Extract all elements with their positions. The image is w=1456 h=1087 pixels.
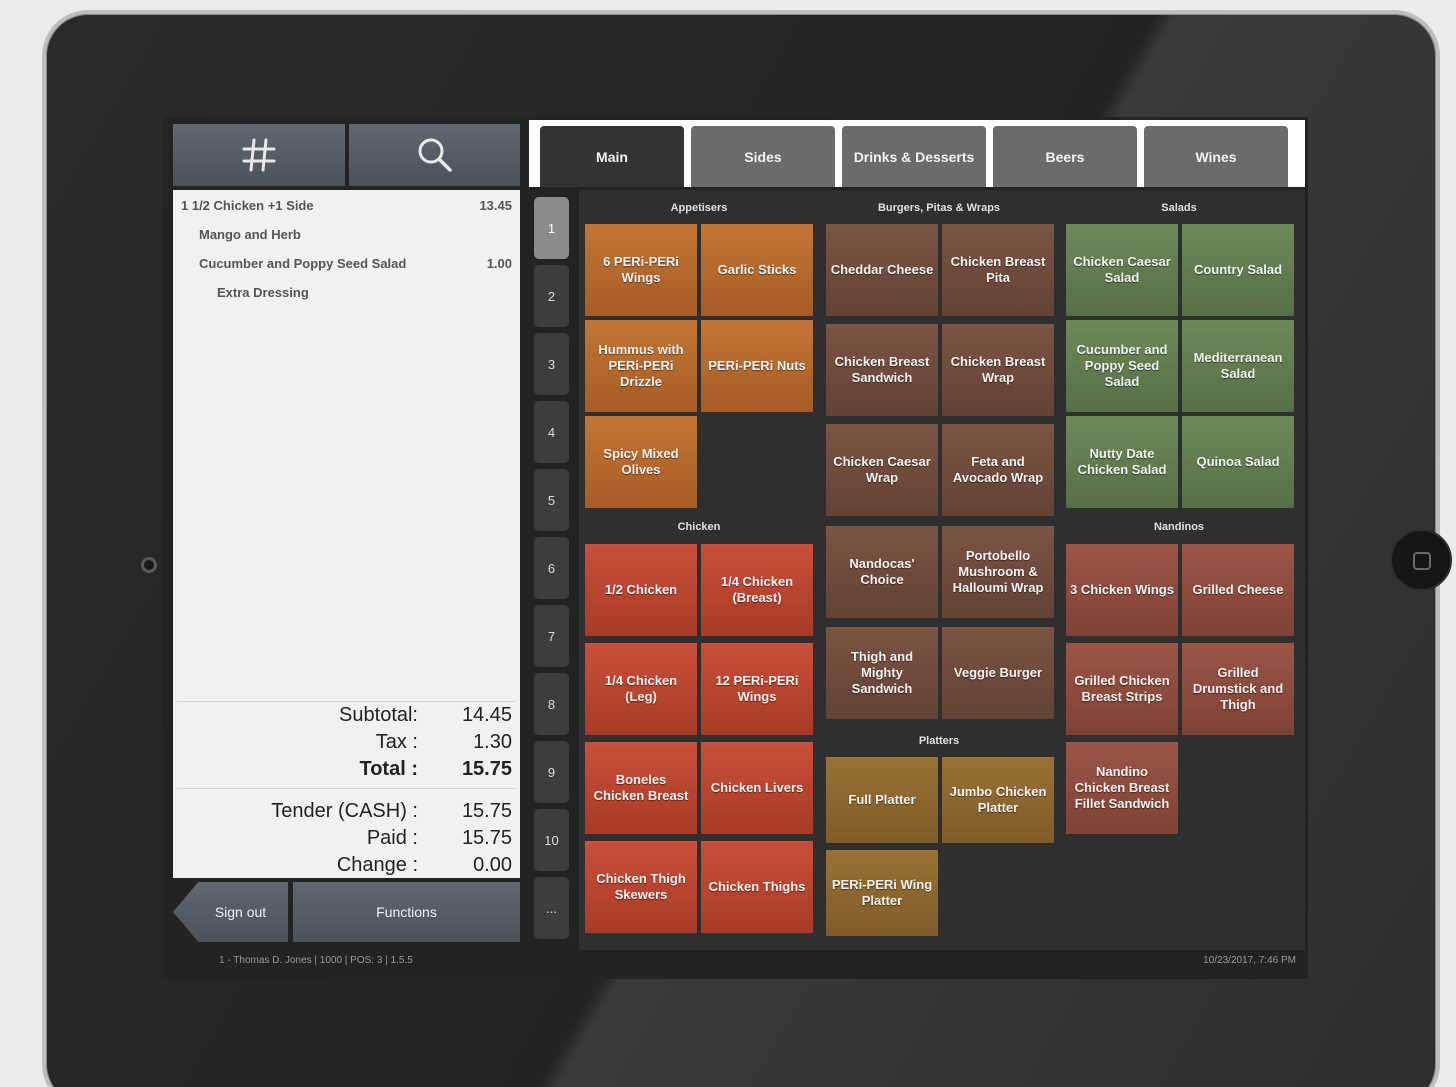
menu-item[interactable]: Full Platter [826, 757, 938, 843]
order-receipt: 1 1/2 Chicken +1 Side 13.45 Mango and He… [173, 190, 520, 878]
menu-item[interactable]: Hummus with PERi-PERi Drizzle [585, 320, 697, 412]
menu-item[interactable]: 1/2 Chicken [585, 544, 697, 636]
pos-screen: 1 1/2 Chicken +1 Side 13.45 Mango and He… [163, 117, 1308, 979]
page-button-6[interactable]: 6 [534, 537, 569, 599]
change-value: 0.00 [473, 854, 512, 876]
search-button[interactable] [349, 124, 520, 186]
order-line-text: Mango and Herb [199, 227, 301, 242]
tab-wines[interactable]: Wines [1144, 126, 1288, 187]
menu-item[interactable]: Nutty Date Chicken Salad [1066, 416, 1178, 508]
tax-label: Tax : [375, 731, 418, 753]
menu-item[interactable]: PERi-PERi Wing Platter [826, 850, 938, 936]
menu-grid: Appetisers Burgers, Pitas & Wraps Salads… [579, 190, 1305, 950]
menu-item[interactable]: Spicy Mixed Olives [585, 416, 697, 508]
menu-item[interactable]: 1/4 Chicken (Leg) [585, 643, 697, 735]
order-line-price: 13.45 [479, 198, 512, 213]
menu-item[interactable]: Chicken Caesar Wrap [826, 424, 938, 516]
subtotal-label: Subtotal: [339, 704, 418, 726]
home-button[interactable] [1390, 529, 1452, 591]
subtotal-value: 14.45 [461, 704, 512, 726]
menu-item[interactable]: Mediterranean Salad [1182, 320, 1294, 412]
tender-value: 15.75 [461, 800, 512, 822]
menu-item[interactable]: 12 PERi-PERi Wings [701, 643, 813, 735]
page-button-more[interactable]: ... [534, 877, 569, 939]
menu-item[interactable]: Chicken Thigh Skewers [585, 841, 697, 933]
order-line[interactable]: 1 1/2 Chicken +1 Side 13.45 [181, 198, 512, 213]
menu-item[interactable]: Garlic Sticks [701, 224, 813, 316]
menu-item[interactable]: Feta and Avocado Wrap [942, 424, 1054, 516]
paid-label: Paid : [366, 827, 418, 849]
order-line-text: Cucumber and Poppy Seed Salad [199, 256, 407, 271]
search-icon [418, 138, 452, 172]
menu-item[interactable]: Quinoa Salad [1182, 416, 1294, 508]
menu-item[interactable]: Boneles Chicken Breast [585, 742, 697, 834]
keypad-button[interactable] [173, 124, 345, 186]
order-line[interactable]: Cucumber and Poppy Seed Salad 1.00 [199, 256, 512, 271]
camera-icon [141, 557, 157, 573]
section-platters: Platters [918, 735, 960, 747]
status-bar: 1 - Thomas D. Jones | 1000 | POS: 3 | 1.… [163, 953, 1308, 977]
menu-item[interactable]: Jumbo Chicken Platter [942, 757, 1054, 843]
paid-value: 15.75 [461, 827, 512, 849]
menu-item[interactable]: Chicken Breast Sandwich [826, 324, 938, 416]
sign-out-button[interactable]: Sign out [173, 882, 288, 942]
tab-drinks-desserts[interactable]: Drinks & Desserts [842, 126, 986, 187]
menu-item[interactable]: Thigh and Mighty Sandwich [826, 627, 938, 719]
tab-beers[interactable]: Beers [993, 126, 1137, 187]
page-button-8[interactable]: 8 [534, 673, 569, 735]
divider [177, 701, 516, 702]
divider [177, 788, 516, 789]
menu-item[interactable]: Cheddar Cheese [826, 224, 938, 316]
order-modifier[interactable]: Mango and Herb [199, 227, 512, 242]
tender-label: Tender (CASH) : [271, 800, 418, 822]
section-salads: Salads [1161, 202, 1197, 214]
total-label: Total : [359, 758, 418, 780]
menu-item[interactable]: Cucumber and Poppy Seed Salad [1066, 320, 1178, 412]
order-line-text: Extra Dressing [217, 285, 309, 300]
status-user-info: 1 - Thomas D. Jones | 1000 | POS: 3 | 1.… [219, 955, 413, 966]
page-button-9[interactable]: 9 [534, 741, 569, 803]
category-tabs: Main Sides Drinks & Desserts Beers Wines [529, 120, 1305, 187]
page-button-4[interactable]: 4 [534, 401, 569, 463]
order-line-text: 1 1/2 Chicken +1 Side [181, 198, 314, 213]
page-button-10[interactable]: 10 [534, 809, 569, 871]
menu-item[interactable]: Chicken Breast Pita [942, 224, 1054, 316]
menu-item[interactable]: 3 Chicken Wings [1066, 544, 1178, 636]
menu-item[interactable]: Nandino Chicken Breast Fillet Sandwich [1066, 742, 1178, 834]
section-chicken: Chicken [677, 521, 721, 533]
menu-item[interactable]: Portobello Mushroom & Halloumi Wrap [942, 526, 1054, 618]
section-appetisers: Appetisers [670, 202, 728, 214]
home-square-icon [1413, 552, 1431, 570]
order-line-price: 1.00 [486, 256, 512, 271]
menu-item[interactable]: 6 PERi-PERi Wings [585, 224, 697, 316]
change-label: Change : [336, 854, 418, 876]
menu-item[interactable]: 1/4 Chicken (Breast) [701, 544, 813, 636]
section-nandinos: Nandinos [1153, 521, 1205, 533]
page-button-5[interactable]: 5 [534, 469, 569, 531]
menu-item[interactable]: Veggie Burger [942, 627, 1054, 719]
total-value: 15.75 [461, 758, 512, 780]
page-button-1[interactable]: 1 [534, 197, 569, 259]
page-button-3[interactable]: 3 [534, 333, 569, 395]
menu-item[interactable]: Nandocas' Choice [826, 526, 938, 618]
functions-button[interactable]: Functions [293, 882, 520, 942]
section-burgers: Burgers, Pitas & Wraps [877, 202, 1001, 214]
menu-item[interactable]: Chicken Thighs [701, 841, 813, 933]
order-modifier[interactable]: Extra Dressing [217, 285, 512, 300]
status-datetime: 10/23/2017, 7:46 PM [1203, 955, 1296, 966]
menu-item[interactable]: Chicken Breast Wrap [942, 324, 1054, 416]
menu-item[interactable]: Chicken Caesar Salad [1066, 224, 1178, 316]
tab-sides[interactable]: Sides [691, 126, 835, 187]
menu-item[interactable]: Country Salad [1182, 224, 1294, 316]
page-button-2[interactable]: 2 [534, 265, 569, 327]
hash-icon [242, 138, 276, 172]
menu-item[interactable]: Grilled Chicken Breast Strips [1066, 643, 1178, 735]
page-button-7[interactable]: 7 [534, 605, 569, 667]
menu-item[interactable]: Chicken Livers [701, 742, 813, 834]
menu-item[interactable]: PERi-PERi Nuts [701, 320, 813, 412]
menu-item[interactable]: Grilled Cheese [1182, 544, 1294, 636]
tab-main[interactable]: Main [540, 126, 684, 187]
menu-item[interactable]: Grilled Drumstick and Thigh [1182, 643, 1294, 735]
tax-value: 1.30 [473, 731, 512, 753]
